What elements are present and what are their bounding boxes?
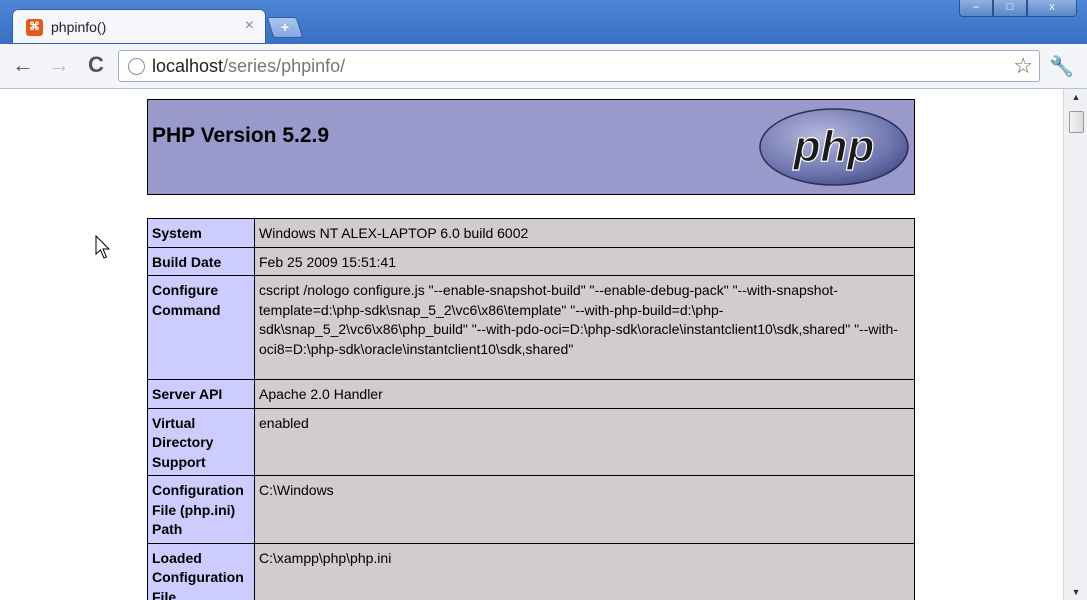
new-tab-button[interactable]: + [266, 17, 304, 38]
row-value: enabled [254, 407, 915, 476]
address-bar[interactable]: localhost/series/phpinfo/ ☆ [118, 50, 1040, 82]
row-key: Configuration File (php.ini) Path [147, 475, 255, 544]
maximize-button[interactable]: □ [993, 0, 1027, 17]
table-row: Configure Command cscript /nologo configu… [147, 275, 915, 380]
table-row: System Windows NT ALEX-LAPTOP 6.0 build 6… [147, 218, 915, 248]
row-key: Build Date [147, 246, 255, 276]
scroll-thumb[interactable] [1069, 111, 1084, 133]
row-value: C:\xampp\php\php.ini [254, 542, 915, 600]
row-value: C:\Windows [254, 475, 915, 544]
row-key: Server API [147, 379, 255, 409]
back-button[interactable]: ← [10, 52, 36, 78]
php-logo-text: php [793, 122, 875, 171]
minimize-button[interactable]: – [959, 0, 993, 17]
forward-button[interactable]: → [46, 52, 72, 78]
browser-toolbar: ← → C localhost/series/phpinfo/ ☆ 🔧 [0, 44, 1087, 89]
table-row: Build Date Feb 25 2009 15:51:41 [147, 246, 915, 276]
table-row: Server API Apache 2.0 Handler [147, 379, 915, 409]
url-text[interactable]: localhost/series/phpinfo/ [152, 56, 345, 77]
vertical-scrollbar[interactable]: ▲ ▼ [1063, 89, 1087, 600]
info-table: System Windows NT ALEX-LAPTOP 6.0 build 6… [147, 218, 915, 600]
php-logo-icon: php [759, 108, 909, 186]
row-key: Virtual Directory Support [147, 407, 255, 476]
wrench-menu-icon[interactable]: 🔧 [1049, 54, 1074, 79]
row-value: Windows NT ALEX-LAPTOP 6.0 build 6002 [254, 218, 915, 248]
reload-button[interactable]: C [83, 52, 109, 78]
url-host: localhost [152, 56, 224, 76]
close-window-button[interactable]: x [1027, 0, 1077, 17]
phpinfo-header: PHP Version 5.2.9 php [147, 99, 915, 195]
table-row: Configuration File (php.ini) Path C:\Wind… [147, 475, 915, 544]
tab-phpinfo[interactable]: ⌘ phpinfo() × [12, 9, 266, 44]
window-titlebar: ⌘ phpinfo() × + – □ x [0, 0, 1087, 44]
url-path: /series/phpinfo/ [223, 56, 346, 76]
bookmark-star-icon[interactable]: ☆ [1013, 53, 1033, 79]
row-key: Configure Command [147, 275, 255, 380]
row-value: Feb 25 2009 15:51:41 [254, 246, 915, 276]
page-viewport: PHP Version 5.2.9 php System Windows NT A… [0, 89, 1063, 600]
row-key: Loaded Configuration File [147, 542, 255, 600]
page-title: PHP Version 5.2.9 [152, 124, 330, 147]
scroll-up-arrow-icon[interactable]: ▲ [1064, 89, 1087, 105]
mouse-cursor-icon [95, 235, 111, 259]
window-controls: – □ x [959, 0, 1077, 17]
row-value: cscript /nologo configure.js "--enable-s… [254, 275, 915, 380]
row-value: Apache 2.0 Handler [254, 379, 915, 409]
table-row: Loaded Configuration File C:\xampp\php\ph… [147, 542, 915, 600]
globe-icon [128, 58, 145, 75]
plus-icon: + [280, 19, 290, 35]
table-row: Virtual Directory Support enabled [147, 407, 915, 476]
row-key: System [147, 218, 255, 248]
tab-title: phpinfo() [51, 19, 107, 35]
scroll-down-arrow-icon[interactable]: ▼ [1064, 584, 1087, 600]
tab-close-icon[interactable]: × [245, 17, 254, 35]
xampp-favicon-icon: ⌘ [26, 19, 43, 36]
